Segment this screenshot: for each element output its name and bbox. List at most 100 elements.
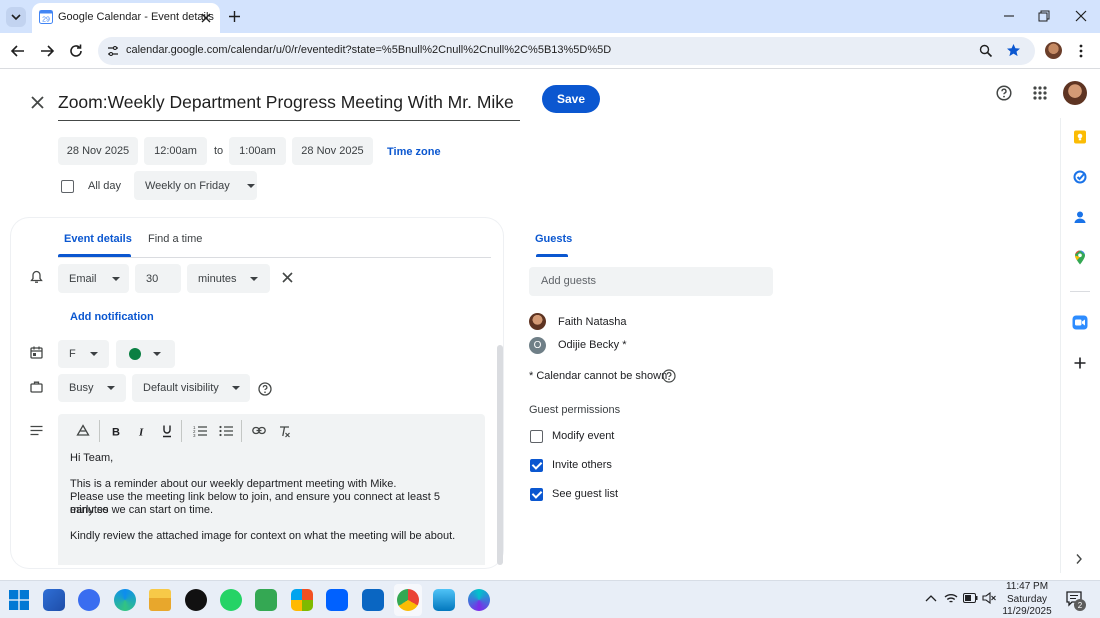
taskbar-dropbox-icon[interactable] — [326, 589, 348, 611]
bookmark-star-icon[interactable] — [1006, 43, 1021, 58]
bulleted-list-icon[interactable] — [219, 425, 233, 437]
chevron-down-icon — [231, 386, 240, 390]
permission-label: See guest list — [552, 488, 619, 500]
volume-muted-icon[interactable] — [982, 592, 996, 604]
recurrence-dropdown[interactable]: Weekly on Friday — [134, 171, 257, 200]
back-icon[interactable] — [10, 43, 26, 59]
google-calendar-favicon: 29 — [39, 10, 53, 24]
account-avatar[interactable] — [1063, 81, 1087, 105]
zoom-icon[interactable] — [979, 44, 993, 58]
all-day-label: All day — [88, 180, 122, 192]
link-icon[interactable] — [252, 426, 266, 436]
clear-formatting-icon[interactable] — [278, 425, 291, 438]
taskbar-zoom-icon[interactable] — [78, 589, 100, 611]
description-line: early so we can start on time. — [70, 504, 214, 516]
profile-avatar[interactable] — [1045, 42, 1062, 59]
taskbar-canva-icon[interactable] — [468, 589, 490, 611]
taskbar-linkedin-icon[interactable] — [362, 589, 384, 611]
browser-menu-icon[interactable] — [1077, 43, 1085, 59]
close-tab-icon[interactable] — [200, 12, 212, 24]
end-date-button[interactable]: 28 Nov 2025 — [292, 137, 373, 165]
chevron-down-icon — [111, 276, 120, 281]
help-icon[interactable] — [996, 85, 1012, 101]
add-guests-input[interactable]: Add guests — [529, 267, 773, 296]
svg-text:B: B — [112, 427, 120, 438]
close-icon[interactable] — [31, 96, 44, 109]
bold-icon[interactable]: B — [110, 425, 122, 438]
remove-notification-icon[interactable] — [282, 272, 293, 283]
add-addon-icon[interactable] — [1074, 357, 1086, 369]
save-button[interactable]: Save — [542, 85, 600, 113]
notification-unit-dropdown[interactable]: minutes — [187, 264, 270, 293]
chevron-down-icon — [107, 386, 116, 390]
tab-event-details[interactable]: Event details — [64, 233, 132, 245]
calendar-select-dropdown[interactable]: F — [58, 340, 109, 368]
taskbar-app-icon[interactable] — [43, 589, 65, 611]
attachment-drive-icon[interactable] — [76, 424, 90, 438]
chevron-up-icon[interactable] — [925, 594, 937, 602]
end-time-button[interactable]: 1:00am — [229, 137, 286, 165]
forward-icon[interactable] — [39, 43, 55, 59]
windows-start-icon[interactable] — [9, 590, 29, 610]
description-icon — [30, 425, 43, 436]
visibility-help-icon[interactable] — [258, 382, 272, 396]
address-bar[interactable]: calendar.google.com/calendar/u/0/r/event… — [98, 37, 1035, 65]
visibility-dropdown[interactable]: Default visibility — [132, 374, 250, 402]
tasks-icon[interactable] — [1073, 170, 1087, 184]
event-color-dropdown[interactable] — [116, 340, 175, 368]
guests-tab-indicator — [536, 254, 568, 257]
panel-scrollbar-thumb[interactable] — [497, 345, 503, 565]
taskbar-explorer-icon[interactable] — [149, 589, 171, 611]
taskbar-chrome-icon[interactable] — [397, 589, 419, 611]
notification-method-dropdown[interactable]: Email — [58, 264, 129, 293]
add-notification-link[interactable]: Add notification — [70, 311, 154, 323]
system-clock[interactable]: 11:47 PM Saturday 11/29/2025 — [1000, 581, 1054, 618]
tab-guests[interactable]: Guests — [535, 233, 572, 245]
notification-count-badge: 2 — [1074, 599, 1086, 611]
taskbar-store-icon[interactable] — [291, 589, 313, 611]
bell-icon — [30, 270, 43, 283]
taskbar-meet-icon[interactable] — [255, 589, 277, 611]
modify-event-checkbox[interactable] — [530, 430, 543, 443]
svg-text:29: 29 — [42, 17, 50, 24]
close-window-icon[interactable] — [1075, 10, 1087, 22]
new-tab-icon[interactable] — [228, 10, 241, 23]
minimize-icon[interactable] — [1003, 10, 1015, 22]
site-info-icon[interactable] — [107, 45, 119, 57]
google-apps-icon[interactable] — [1033, 86, 1047, 100]
zoom-app-icon[interactable] — [1072, 315, 1088, 330]
tab-find-a-time[interactable]: Find a time — [148, 233, 202, 245]
invite-others-checkbox[interactable] — [530, 459, 543, 472]
availability-dropdown[interactable]: Busy — [58, 374, 126, 402]
description-line: This is a reminder about our weekly depa… — [70, 478, 397, 490]
numbered-list-icon[interactable]: 123 — [193, 425, 207, 437]
taskbar-edge-icon[interactable] — [114, 589, 136, 611]
chevron-right-icon[interactable] — [1075, 553, 1083, 565]
start-time-button[interactable]: 12:00am — [144, 137, 207, 165]
reload-icon[interactable] — [68, 43, 84, 59]
browser-toolbar: calendar.google.com/calendar/u/0/r/event… — [0, 33, 1100, 69]
italic-icon[interactable]: I — [136, 425, 148, 438]
see-guest-list-checkbox[interactable] — [530, 488, 543, 501]
taskbar-photos-icon[interactable] — [433, 589, 455, 611]
taskbar-upwork-icon[interactable] — [185, 589, 207, 611]
taskbar-whatsapp-icon[interactable] — [220, 589, 242, 611]
restore-icon[interactable] — [1038, 10, 1050, 22]
keep-icon[interactable] — [1073, 130, 1087, 144]
wifi-icon[interactable] — [944, 592, 958, 605]
notification-amount-input[interactable]: 30 — [135, 264, 181, 293]
all-day-checkbox[interactable] — [61, 180, 74, 193]
browser-tab-active[interactable]: 29 Google Calendar - Event details — [32, 3, 220, 33]
maps-icon[interactable] — [1074, 250, 1086, 265]
underline-icon[interactable] — [161, 424, 173, 438]
browser-tab-strip: 29 Google Calendar - Event details — [0, 0, 1100, 33]
notification-count: 2 — [1077, 600, 1083, 610]
tab-search-button[interactable] — [6, 7, 26, 27]
event-title-text: Zoom:Weekly Department Progress Meeting … — [58, 92, 514, 112]
event-title-input[interactable]: Zoom:Weekly Department Progress Meeting … — [58, 88, 520, 121]
time-zone-link[interactable]: Time zone — [387, 146, 441, 158]
start-date-button[interactable]: 28 Nov 2025 — [58, 137, 138, 165]
battery-icon[interactable] — [963, 593, 978, 603]
help-icon[interactable] — [662, 369, 676, 383]
contacts-icon[interactable] — [1073, 210, 1087, 224]
